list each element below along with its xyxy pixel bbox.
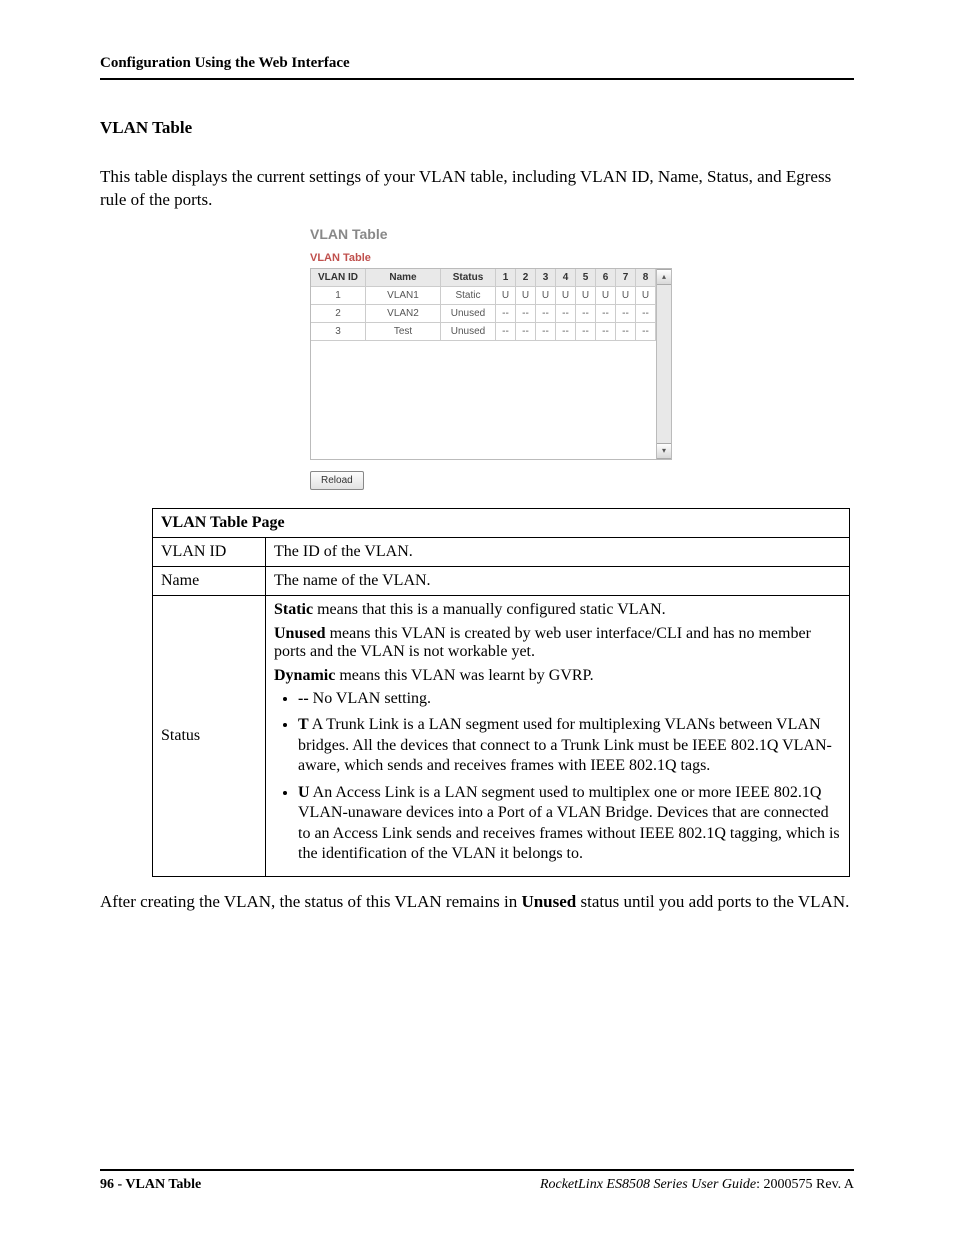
col-port: 6 (596, 269, 616, 287)
col-port: 8 (636, 269, 656, 287)
cell-status: Static (441, 286, 496, 304)
cell-port: -- (616, 304, 636, 322)
vlan-grid: VLAN ID Name Status 1 2 3 4 5 6 7 8 (311, 269, 656, 341)
bullet-u-label: U (298, 784, 310, 801)
cell-port: -- (496, 304, 516, 322)
screenshot-title: VLAN Table (310, 226, 672, 242)
after-note-pre: After creating the VLAN, the status of t… (100, 892, 521, 911)
spec-row-label: Status (153, 595, 266, 876)
status-unused-text: means this VLAN is created by web user i… (274, 625, 811, 660)
spec-row-label: VLAN ID (153, 537, 266, 566)
cell-port: -- (496, 322, 516, 340)
scroll-down-icon[interactable]: ▾ (657, 443, 671, 459)
spec-row-label: Name (153, 566, 266, 595)
col-port: 1 (496, 269, 516, 287)
cell-name: Test (366, 322, 441, 340)
bullet-t-label: T (298, 716, 309, 733)
footer-rule (100, 1169, 854, 1171)
status-dynamic-text: means this VLAN was learnt by GVRP. (335, 667, 593, 684)
col-vlan-id: VLAN ID (311, 269, 366, 287)
bullet-t-text: A Trunk Link is a LAN segment used for m… (298, 716, 832, 774)
cell-port: -- (556, 304, 576, 322)
spec-status-cell: Static means that this is a manually con… (266, 595, 850, 876)
footer-guide-title: RocketLinx ES8508 Series User Guide (540, 1177, 756, 1192)
header-rule (100, 78, 854, 80)
scrollbar[interactable]: ▴ ▾ (656, 269, 671, 459)
status-unused-label: Unused (274, 625, 326, 642)
col-port: 3 (536, 269, 556, 287)
running-header: Configuration Using the Web Interface (100, 55, 854, 72)
col-port: 2 (516, 269, 536, 287)
grid-container: VLAN ID Name Status 1 2 3 4 5 6 7 8 (310, 268, 672, 460)
cell-port: -- (536, 304, 556, 322)
cell-port: -- (616, 322, 636, 340)
bullet-none-label: -- (298, 690, 309, 707)
grid-header-row: VLAN ID Name Status 1 2 3 4 5 6 7 8 (311, 269, 656, 287)
cell-name: VLAN2 (366, 304, 441, 322)
footer-right: RocketLinx ES8508 Series User Guide: 200… (540, 1177, 854, 1193)
cell-port: U (596, 286, 616, 304)
scroll-up-icon[interactable]: ▴ (657, 269, 671, 285)
spec-row-text: The name of the VLAN. (266, 566, 850, 595)
col-name: Name (366, 269, 441, 287)
cell-port: U (536, 286, 556, 304)
reload-button[interactable]: Reload (310, 471, 364, 490)
cell-port: -- (636, 304, 656, 322)
status-static-label: Static (274, 601, 313, 618)
table-row: 1 VLAN1 Static U U U U U U U U (311, 286, 656, 304)
table-row: 3 Test Unused -- -- -- -- -- -- -- -- (311, 322, 656, 340)
after-note-bold: Unused (521, 892, 576, 911)
cell-name: VLAN1 (366, 286, 441, 304)
status-bullet-u: U An Access Link is a LAN segment used t… (298, 783, 841, 865)
col-status: Status (441, 269, 496, 287)
cell-port: U (616, 286, 636, 304)
cell-port: -- (596, 304, 616, 322)
cell-id: 1 (311, 286, 366, 304)
cell-port: -- (516, 322, 536, 340)
section-title: VLAN Table (100, 118, 854, 138)
spec-caption: VLAN Table Page (153, 508, 850, 537)
cell-port: U (636, 286, 656, 304)
cell-id: 2 (311, 304, 366, 322)
cell-status: Unused (441, 322, 496, 340)
after-note-post: status until you add ports to the VLAN. (576, 892, 849, 911)
intro-paragraph: This table displays the current settings… (100, 166, 854, 212)
status-bullet-t: T A Trunk Link is a LAN segment used for… (298, 715, 841, 776)
status-dynamic-label: Dynamic (274, 667, 335, 684)
screenshot-subtitle: VLAN Table (310, 252, 672, 264)
cell-port: U (556, 286, 576, 304)
cell-port: U (516, 286, 536, 304)
cell-port: -- (556, 322, 576, 340)
footer-rev: : 2000575 Rev. A (756, 1177, 854, 1192)
cell-port: -- (576, 322, 596, 340)
cell-port: U (496, 286, 516, 304)
bullet-u-text: An Access Link is a LAN segment used to … (298, 784, 840, 862)
status-static-text: means that this is a manually configured… (313, 601, 666, 618)
vlan-table-screenshot: VLAN Table VLAN Table VLAN ID Name Statu… (310, 226, 672, 490)
cell-port: -- (516, 304, 536, 322)
cell-id: 3 (311, 322, 366, 340)
cell-port: U (576, 286, 596, 304)
cell-port: -- (536, 322, 556, 340)
cell-status: Unused (441, 304, 496, 322)
footer-left: 96 - VLAN Table (100, 1177, 201, 1193)
col-port: 4 (556, 269, 576, 287)
cell-port: -- (576, 304, 596, 322)
status-bullet-none: -- No VLAN setting. (298, 689, 841, 709)
bullet-none-text: No VLAN setting. (309, 690, 431, 707)
table-row: 2 VLAN2 Unused -- -- -- -- -- -- -- -- (311, 304, 656, 322)
col-port: 5 (576, 269, 596, 287)
col-port: 7 (616, 269, 636, 287)
after-note: After creating the VLAN, the status of t… (100, 891, 854, 914)
spec-row-text: The ID of the VLAN. (266, 537, 850, 566)
spec-table: VLAN Table Page VLAN ID The ID of the VL… (152, 508, 850, 877)
page-footer: 96 - VLAN Table RocketLinx ES8508 Series… (100, 1169, 854, 1193)
cell-port: -- (596, 322, 616, 340)
cell-port: -- (636, 322, 656, 340)
